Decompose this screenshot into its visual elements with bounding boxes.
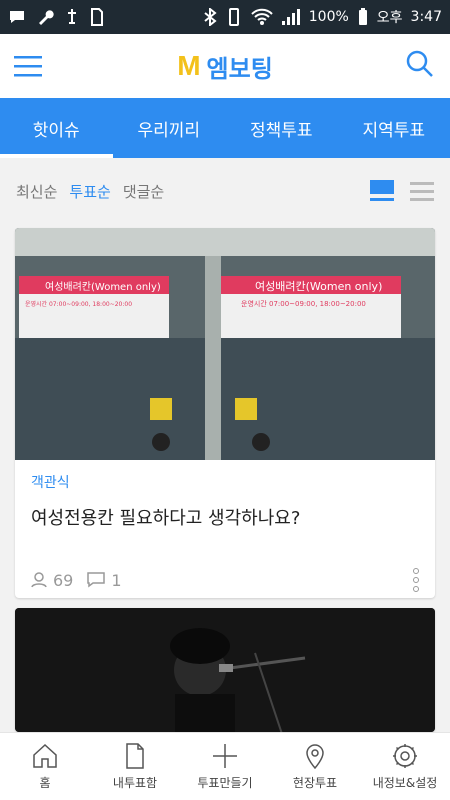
- nav-my-polls[interactable]: 내투표함: [90, 733, 180, 800]
- nav-onsite-vote[interactable]: 현장투표: [270, 733, 360, 800]
- battery-icon: [358, 8, 367, 25]
- sort-latest[interactable]: 최신순: [16, 181, 57, 202]
- poll-image-2: [15, 608, 435, 732]
- category-tabs: 핫이슈 우리끼리 정책투표 지역투표: [0, 98, 450, 158]
- sort-comments[interactable]: 댓글순: [123, 181, 164, 202]
- signal-icon: [281, 9, 300, 25]
- tab-label: 우리끼리: [137, 120, 201, 141]
- clock-time: 3:47: [410, 9, 442, 25]
- list-view-icon[interactable]: [410, 180, 434, 202]
- phone-vibrate-icon: [228, 8, 239, 26]
- nav-label: 현장투표: [292, 776, 338, 790]
- poll-category: 객관식: [31, 475, 70, 491]
- app-bar: M 엠보팅: [0, 34, 450, 98]
- participants-icon: [31, 572, 47, 588]
- plus-icon: [213, 744, 237, 768]
- poll-title[interactable]: 여성전용칸 필요하다고 생각하나요?: [31, 504, 419, 530]
- tab-policy-vote[interactable]: 정책투표: [225, 98, 338, 158]
- logo-mark: M: [177, 50, 201, 81]
- poll-card-2[interactable]: [15, 608, 435, 732]
- view-toggle: [370, 180, 434, 202]
- bottom-nav: 홈 내투표함 투표만들기 현장투표 내정보&설정: [0, 732, 450, 800]
- card-view-icon[interactable]: [370, 180, 394, 202]
- subway-door-photo: 여성배려칸(Women only) 여성배려칸(Women only) 운영시간…: [15, 228, 435, 460]
- nav-label: 내정보&설정: [372, 776, 438, 790]
- nav-label: 투표만들기: [197, 776, 253, 790]
- sort-votes[interactable]: 투표순: [69, 181, 110, 202]
- door-sign-left: 여성배려칸(Women only): [45, 281, 161, 293]
- sort-bar: 최신순 투표순 댓글순: [0, 158, 450, 224]
- door-sign-right: 여성배려칸(Women only): [255, 280, 382, 293]
- status-bar: 100% 오후 3:47: [0, 0, 450, 34]
- app-name: 엠보팅: [206, 54, 273, 83]
- tab-regional-vote[interactable]: 지역투표: [338, 98, 450, 158]
- poll-card[interactable]: 여성배려칸(Women only) 여성배려칸(Women only) 운영시간…: [15, 228, 435, 598]
- poll-meta: 69 1: [31, 568, 419, 592]
- document-icon: [126, 743, 144, 769]
- clock-ampm: 오후: [376, 10, 403, 26]
- door-hours-left: 운영시간 07:00~09:00, 18:00~20:00: [25, 300, 132, 308]
- bluetooth-icon: [204, 8, 217, 26]
- nav-home[interactable]: 홈: [0, 733, 90, 800]
- poll-image: 여성배려칸(Women only) 여성배려칸(Women only) 운영시간…: [15, 228, 435, 460]
- nav-settings[interactable]: 내정보&설정: [360, 733, 450, 800]
- usb-icon: [68, 9, 76, 24]
- hamburger-menu-icon[interactable]: [14, 52, 42, 80]
- location-pin-icon: [306, 744, 324, 770]
- sd-card-icon: [91, 8, 103, 26]
- poll-card-body: 객관식 여성전용칸 필요하다고 생각하나요? 69 1: [15, 460, 435, 598]
- comment-icon: [87, 572, 106, 588]
- concert-photo: [15, 608, 435, 732]
- chat-bubble-icon: [10, 11, 24, 23]
- wrench-icon: [39, 10, 54, 25]
- tab-our-group[interactable]: 우리끼리: [113, 98, 226, 158]
- wifi-icon: [251, 8, 273, 25]
- tab-label: 핫이슈: [32, 120, 80, 141]
- participant-count: 69: [53, 570, 74, 590]
- nav-create-poll[interactable]: 투표만들기: [180, 733, 270, 800]
- home-icon: [33, 743, 57, 768]
- door-hours-right: 운영시간 07:00~09:00, 18:00~20:00: [241, 299, 366, 308]
- more-options-icon[interactable]: [413, 568, 419, 592]
- app-logo: M 엠보팅: [177, 49, 273, 84]
- search-icon[interactable]: [406, 50, 434, 78]
- nav-label: 내투표함: [112, 776, 158, 790]
- settings-gear-icon: [393, 744, 417, 768]
- tab-hot-issue[interactable]: 핫이슈: [0, 98, 113, 158]
- nav-label: 홈: [39, 776, 51, 790]
- battery-percent: 100%: [308, 9, 349, 25]
- tab-label: 지역투표: [362, 120, 426, 141]
- tab-label: 정책투표: [249, 120, 313, 141]
- comment-count: 1: [111, 570, 122, 590]
